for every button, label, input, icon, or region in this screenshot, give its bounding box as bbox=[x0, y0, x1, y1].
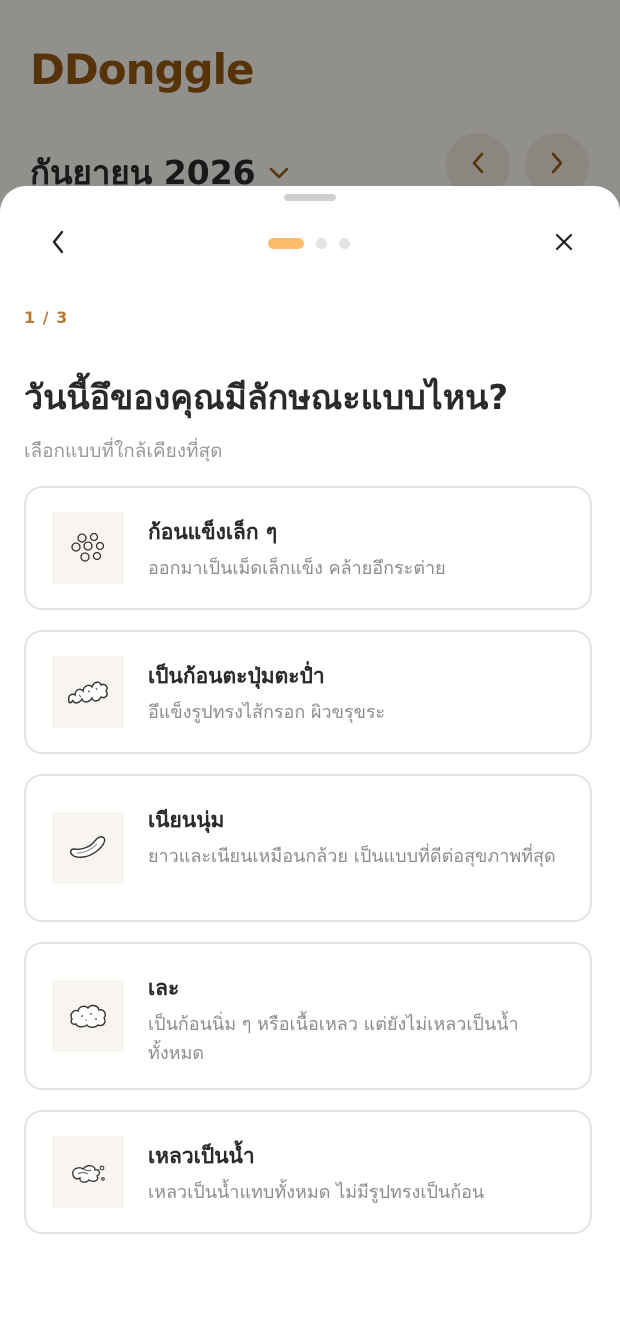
option-card-mushy[interactable]: เละ เป็นก้อนนิ่ม ๆ หรือเนื้อเหลว แต่ยังไ… bbox=[24, 942, 592, 1090]
option-title: เนียนนุ่ม bbox=[148, 808, 225, 832]
pellets-icon bbox=[52, 512, 124, 584]
option-title: ก้อนแข็งเล็ก ๆ bbox=[148, 520, 278, 544]
option-title: เละ bbox=[148, 976, 180, 1000]
option-description: ออกมาเป็นเม็ดเล็กแข็ง คล้ายอึกระต่าย bbox=[148, 558, 446, 579]
close-icon bbox=[554, 232, 574, 256]
option-description: อึแข็งรูปทรงไส้กรอก ผิวขรุขระ bbox=[148, 702, 386, 723]
back-button[interactable] bbox=[40, 226, 76, 262]
option-description: ยาวและเนียนเหมือนกล้วย เป็นแบบที่ดีต่อสุ… bbox=[148, 846, 556, 867]
option-card-hard-pellets[interactable]: ก้อนแข็งเล็ก ๆ ออกมาเป็นเม็ดเล็กแข็ง คล้… bbox=[24, 486, 592, 610]
watery-splash-icon bbox=[52, 1136, 124, 1208]
option-description: เหลวเป็นน้ำแทบทั้งหมด ไม่มีรูปทรงเป็นก้อ… bbox=[148, 1182, 485, 1203]
close-button[interactable] bbox=[546, 226, 582, 262]
progress-dot-active bbox=[268, 238, 304, 249]
option-description: เป็นก้อนนิ่ม ๆ หรือเนื้อเหลว แต่ยังไม่เห… bbox=[148, 1014, 519, 1064]
lumpy-sausage-icon bbox=[52, 656, 124, 728]
option-card-lumpy[interactable]: เป็นก้อนตะปุ่มตะป่ำ อึแข็งรูปทรงไส้กรอก … bbox=[24, 630, 592, 754]
progress-dots bbox=[268, 238, 350, 249]
smooth-banana-icon bbox=[52, 812, 124, 884]
stool-type-sheet: 1 / 3 วันนี้อึของคุณมีลักษณะแบบไหน? เลือ… bbox=[0, 186, 620, 1342]
chevron-left-icon bbox=[51, 230, 65, 258]
step-indicator: 1 / 3 bbox=[24, 308, 69, 327]
question-hint: เลือกแบบที่ใกล้เคียงที่สุด bbox=[24, 440, 223, 462]
option-title: เป็นก้อนตะปุ่มตะป่ำ bbox=[148, 664, 325, 688]
progress-dot bbox=[316, 238, 327, 249]
option-title: เหลวเป็นน้ำ bbox=[148, 1144, 255, 1168]
option-card-smooth[interactable]: เนียนนุ่ม ยาวและเนียนเหมือนกล้วย เป็นแบบ… bbox=[24, 774, 592, 922]
option-card-watery[interactable]: เหลวเป็นน้ำ เหลวเป็นน้ำแทบทั้งหมด ไม่มีร… bbox=[24, 1110, 592, 1234]
mushy-blob-icon bbox=[52, 980, 124, 1052]
question-title: วันนี้อึของคุณมีลักษณะแบบไหน? bbox=[24, 378, 509, 418]
progress-dot bbox=[339, 238, 350, 249]
sheet-grabber[interactable] bbox=[284, 194, 336, 201]
